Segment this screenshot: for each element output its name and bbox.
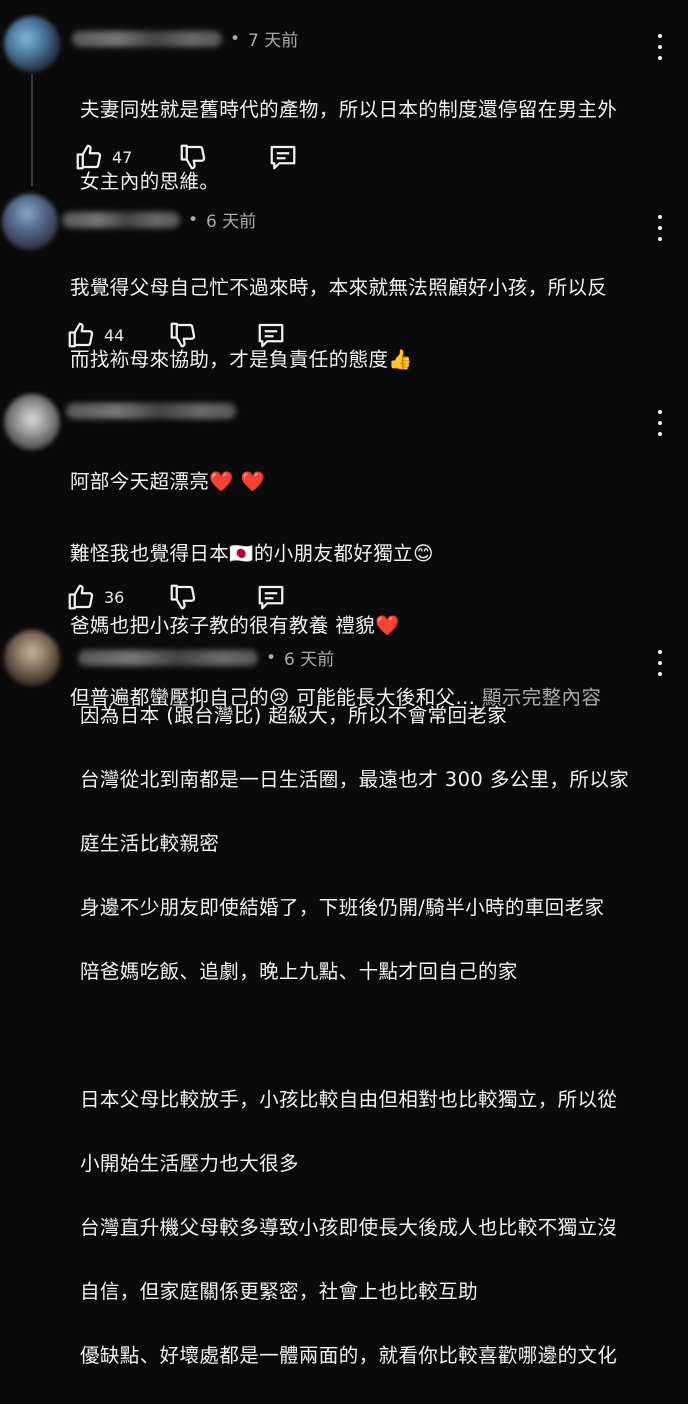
comment-meta: • 6 天前 (78, 645, 334, 670)
author-name[interactable] (78, 649, 258, 666)
comment-line: 難怪我也覺得日本🇯🇵的小朋友都好獨立😊 (70, 542, 434, 565)
comment-actions: 36 (66, 582, 286, 612)
comment-line: 夫妻同姓就是舊時代的產物，所以日本的制度還停留在男主外 (80, 98, 618, 121)
more-vert-icon (658, 650, 662, 654)
thumb-down-icon (180, 144, 206, 170)
bullet: • (230, 28, 241, 49)
avatar[interactable] (4, 394, 60, 450)
thumb-down-icon (170, 584, 196, 610)
comment-time: 6 天前 (284, 650, 335, 670)
comment-line: 身邊不少朋友即使結婚了，下班後仍開/騎半小時的車回老家 (80, 896, 605, 919)
thread-line (31, 74, 33, 186)
comment-actions: 47 (74, 142, 298, 172)
author-name[interactable] (62, 211, 180, 228)
comment-line: 因為日本 (跟台灣比) 超級大，所以不會常回老家 (80, 704, 508, 727)
comment-meta (66, 403, 236, 419)
author-name[interactable] (72, 30, 222, 47)
avatar[interactable] (4, 630, 60, 686)
avatar[interactable] (2, 194, 58, 250)
comment-line: 優缺點、好壞處都是一體兩面的，就看你比較喜歡哪邊的文化 (80, 1344, 618, 1367)
comment-meta: • 6 天前 (62, 207, 256, 232)
comment-line: 陪爸媽吃飯、追劇，晚上九點、十點才回自己的家 (80, 960, 518, 983)
comment-line: 台灣從北到南都是一日生活圈，最遠也才 300 多公里，所以家 (80, 768, 630, 791)
like-button[interactable]: 47 (74, 142, 178, 172)
dislike-button[interactable] (178, 142, 268, 172)
comment-time: 6 天前 (206, 212, 257, 232)
reply-icon (270, 145, 296, 170)
more-vert-icon (658, 215, 662, 219)
comment-line: 日本父母比較放手，小孩比較自由但相對也比較獨立，所以從 (80, 1088, 618, 1111)
thumb-down-icon (170, 322, 196, 348)
dislike-button[interactable] (168, 320, 256, 350)
more-options-button[interactable] (656, 650, 664, 676)
like-count: 47 (112, 147, 133, 167)
reply-icon (258, 323, 284, 348)
comment-actions: 44 (66, 320, 286, 350)
comment-text: 因為日本 (跟台灣比) 超級大，所以不會常回老家 台灣從北到南都是一日生活圈，最… (80, 668, 629, 1404)
like-button[interactable]: 36 (66, 582, 168, 612)
comment-line: 爸媽也把小孩子教的很有教養 禮貌❤️ (70, 614, 400, 637)
more-options-button[interactable] (656, 215, 664, 241)
avatar[interactable] (4, 16, 60, 72)
dislike-button[interactable] (168, 582, 256, 612)
bullet: • (188, 209, 199, 230)
reply-icon (258, 585, 284, 610)
more-options-button[interactable] (656, 34, 664, 60)
reply-button[interactable] (256, 582, 286, 612)
comment-time: 7 天前 (248, 31, 299, 51)
comment-line: 小開始生活壓力也大很多 (80, 1152, 299, 1175)
bullet: • (266, 647, 277, 668)
thumb-up-icon (68, 584, 94, 610)
comment-line: 台灣直升機父母較多導致小孩即使長大後成人也比較不獨立沒 (80, 1216, 618, 1239)
thumb-up-icon (68, 322, 94, 348)
like-count: 36 (104, 587, 125, 607)
comment-line: 我覺得父母自己忙不過來時，本來就無法照顧好小孩，所以反 (70, 276, 608, 299)
comment-meta: • 7 天前 (72, 26, 298, 51)
more-vert-icon (658, 410, 662, 414)
comment-line: 庭生活比較親密 (80, 832, 220, 855)
like-count: 44 (104, 325, 125, 345)
more-vert-icon (658, 34, 662, 38)
thumb-up-icon (76, 144, 102, 170)
comment-line: 自信，但家庭關係更緊密，社會上也比較互助 (80, 1280, 479, 1303)
like-button[interactable]: 44 (66, 320, 168, 350)
comment-line-blank (80, 1020, 629, 1052)
comment-line: 阿部今天超漂亮❤️ ❤️ (70, 470, 266, 493)
author-name[interactable] (66, 403, 236, 419)
reply-button[interactable] (268, 142, 298, 172)
reply-button[interactable] (256, 320, 286, 350)
more-options-button[interactable] (656, 410, 664, 436)
